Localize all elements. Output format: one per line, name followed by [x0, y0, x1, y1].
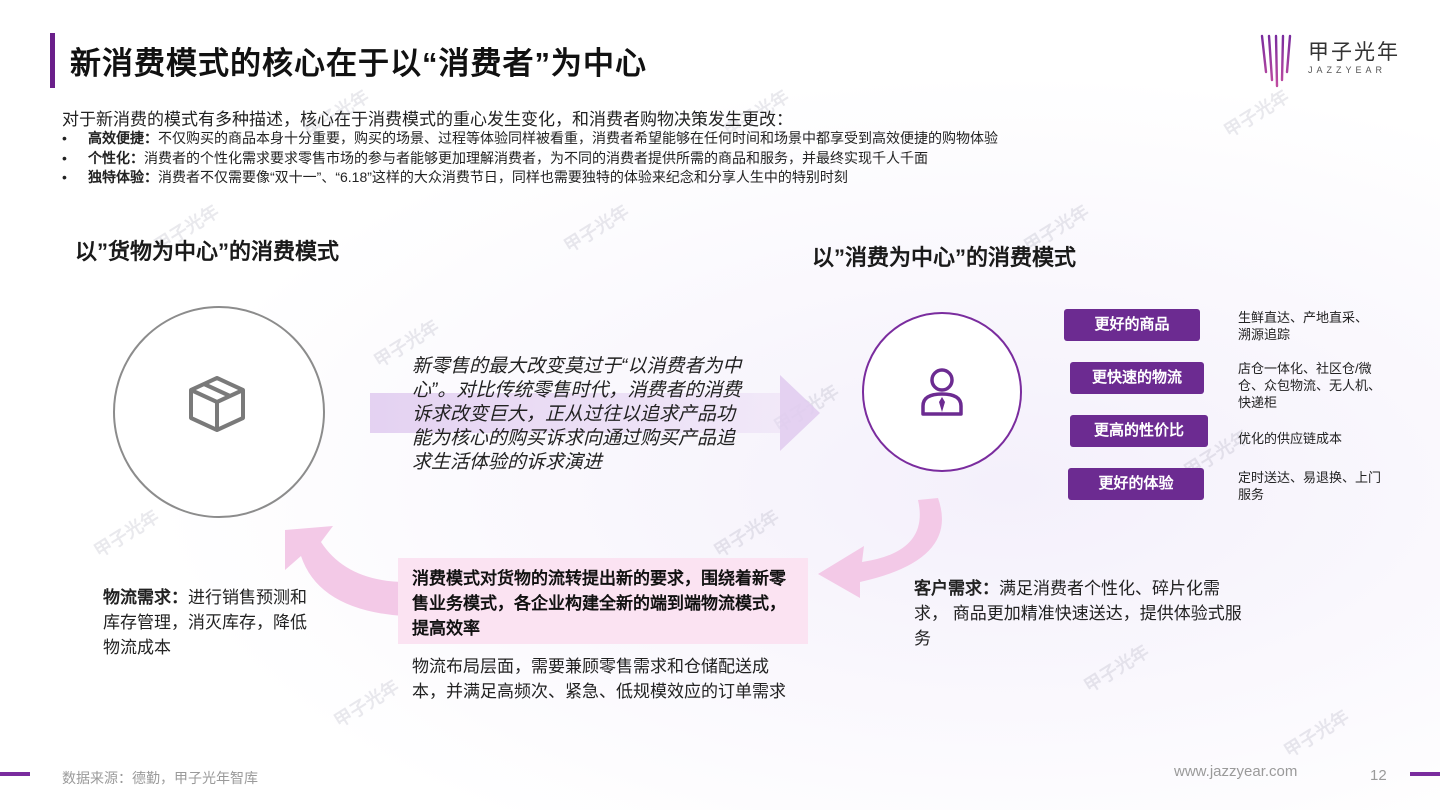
page-number: 12: [1370, 767, 1387, 784]
pill-note: 店仓一体化、社区仓/微仓、众包物流、无人机、快递柜: [1238, 361, 1382, 410]
goods-circle: [113, 306, 325, 518]
goods-centric-heading: 以”货物为中心”的消费模式: [75, 239, 340, 264]
bullet-text: 消费者不仅需要像“双十一”、“6.18”这样的大众消费节日，同样也需要独特的体验…: [158, 169, 848, 185]
brand-logo: 甲子光年 JAZZYEAR: [1258, 32, 1408, 88]
watermark: 甲子光年: [330, 676, 403, 732]
consumer-centric-heading: 以”消费为中心”的消费模式: [812, 245, 1077, 270]
person-icon: [921, 368, 963, 416]
watermark: 甲子光年: [1280, 706, 1353, 762]
logo-subtitle: JAZZYEAR: [1308, 65, 1387, 75]
footer-accent-left: [0, 772, 30, 776]
pill-better-goods: 更好的商品: [1064, 309, 1200, 341]
box-icon: [189, 376, 245, 432]
bullet-text: 不仅购买的商品本身十分重要，购买的场景、过程等体验同样被看重，消费者希望能够在任…: [158, 130, 998, 146]
bullet-dot: •: [62, 130, 67, 146]
customer-demand-text: 客户需求：满足消费者个性化、碎片化需求， 商品更加精准快速送达，提供体验式服务: [914, 576, 1244, 651]
bullet-text: 消费者的个性化需求要求零售市场的参与者能够更加理解消费者，为不同的消费者提供所需…: [144, 149, 928, 166]
watermark: 甲子光年: [1220, 86, 1293, 142]
customer-demand-label: 客户需求：: [914, 579, 999, 598]
bullet-list: • 高效便捷：不仅购买的商品本身十分重要，购买的场景、过程等体验同样被看重，消费…: [62, 129, 998, 188]
pill-cost-performance: 更高的性价比: [1070, 415, 1208, 447]
pill-faster-logistics: 更快速的物流: [1070, 362, 1204, 394]
bullet-dot: •: [62, 149, 67, 166]
list-item: • 高效便捷：不仅购买的商品本身十分重要，购买的场景、过程等体验同样被看重，消费…: [62, 129, 998, 149]
logo-name: 甲子光年: [1308, 41, 1400, 64]
slide: 甲子光年 甲子光年 甲子光年 甲子光年 甲子光年 甲子光年 甲子光年 甲子光年 …: [0, 0, 1440, 810]
watermark: 甲子光年: [710, 506, 783, 562]
website-link[interactable]: www.jazzyear.com: [1174, 763, 1297, 780]
pill-better-experience: 更好的体验: [1068, 468, 1204, 500]
bullet-label: 高效便捷：: [88, 130, 158, 146]
logistics-demand-label: 物流需求：: [103, 588, 188, 607]
intro-text: 对于新消费的模式有多种描述，核心在于消费模式的重心发生变化，和消费者购物决策发生…: [62, 110, 793, 129]
title-accent-bar: [50, 33, 55, 88]
flow-arrow-right: [780, 375, 820, 451]
logistics-layout-text: 物流布局层面，需要兼顾零售需求和仓储配送成本，并满足高频次、紧急、低规模效应的订…: [412, 657, 786, 701]
list-item: • 独特体验：消费者不仅需要像“双十一”、“6.18”这样的大众消费节日，同样也…: [62, 168, 998, 188]
page-title: 新消费模式的核心在于以“消费者”为中心: [70, 46, 647, 81]
consumer-circle: [862, 312, 1022, 472]
bullet-label: 独特体验：: [88, 169, 158, 185]
logistics-demand-text: 物流需求：进行销售预测和库存管理，消灭库存，降低物流成本: [103, 585, 323, 660]
pill-note: 优化的供应链成本: [1238, 431, 1343, 446]
watermark: 甲子光年: [90, 506, 163, 562]
bullet-label: 个性化：: [88, 149, 144, 166]
middle-italic-text: 新零售的最大改变莫过于“以消费者为中心”。对比传统零售时代，消费者的消费诉求改变…: [412, 356, 742, 473]
pill-note: 定时送达、易退换、上门服务: [1238, 470, 1382, 502]
bullet-dot: •: [62, 169, 67, 185]
list-item: • 个性化：消费者的个性化需求要求零售市场的参与者能够更加理解消费者，为不同的消…: [62, 149, 998, 169]
pill-note: 生鲜直达、产地直采、溯源追踪: [1238, 310, 1369, 342]
watermark: 甲子光年: [560, 201, 633, 257]
highlight-text: 消费模式对货物的流转提出新的要求，围绕着新零售业务模式，各企业构建全新的端到端物…: [412, 569, 786, 638]
footer-accent-right: [1410, 772, 1440, 776]
logo-mark-icon: [1260, 34, 1292, 88]
data-source: 数据来源：德勤，甲子光年智库: [62, 770, 258, 786]
